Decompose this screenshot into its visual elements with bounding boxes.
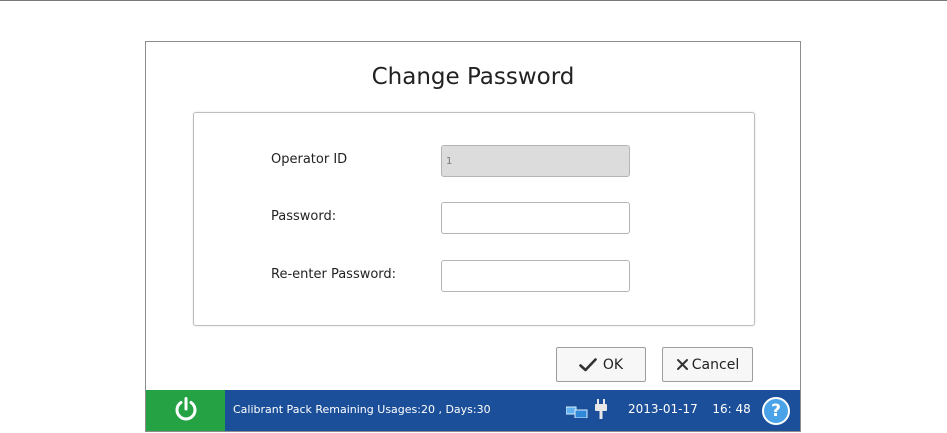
change-password-screen: Change Password Operator ID Password: Re… <box>145 41 801 432</box>
page-title: Change Password <box>371 64 575 90</box>
cancel-label: Cancel <box>691 356 740 373</box>
cancel-button[interactable]: Cancel <box>662 347 753 382</box>
close-icon <box>676 358 689 371</box>
checkmark-icon <box>579 357 597 372</box>
network-icon <box>565 403 588 422</box>
status-bar: Calibrant Pack Remaining Usages:20 , Day… <box>146 390 800 431</box>
ok-label: OK <box>602 356 624 373</box>
password-label: Password: <box>271 209 337 224</box>
date-text: 2013-01-17 <box>628 402 698 416</box>
operator-id-row: Operator ID <box>194 145 754 177</box>
top-divider <box>0 0 947 1</box>
reenter-password-label: Re-enter Password: <box>271 267 397 282</box>
help-icon: ? <box>771 401 781 421</box>
time-text: 16: 48 <box>712 402 751 416</box>
ok-button[interactable]: OK <box>556 347 646 382</box>
power-icon <box>173 396 199 426</box>
reenter-password-row: Re-enter Password: <box>194 260 754 292</box>
datetime: 2013-01-17 16: 48 <box>628 402 751 416</box>
password-field[interactable] <box>441 202 630 234</box>
reenter-password-field[interactable] <box>441 260 630 292</box>
password-row: Password: <box>194 202 754 234</box>
plug-icon <box>594 399 608 423</box>
form-panel: Operator ID Password: Re-enter Password: <box>193 112 755 326</box>
power-button[interactable] <box>146 390 225 431</box>
operator-id-label: Operator ID <box>271 152 348 167</box>
calibrant-status-message: Calibrant Pack Remaining Usages:20 , Day… <box>233 403 491 416</box>
operator-id-field <box>441 145 630 177</box>
help-button[interactable]: ? <box>762 397 790 425</box>
